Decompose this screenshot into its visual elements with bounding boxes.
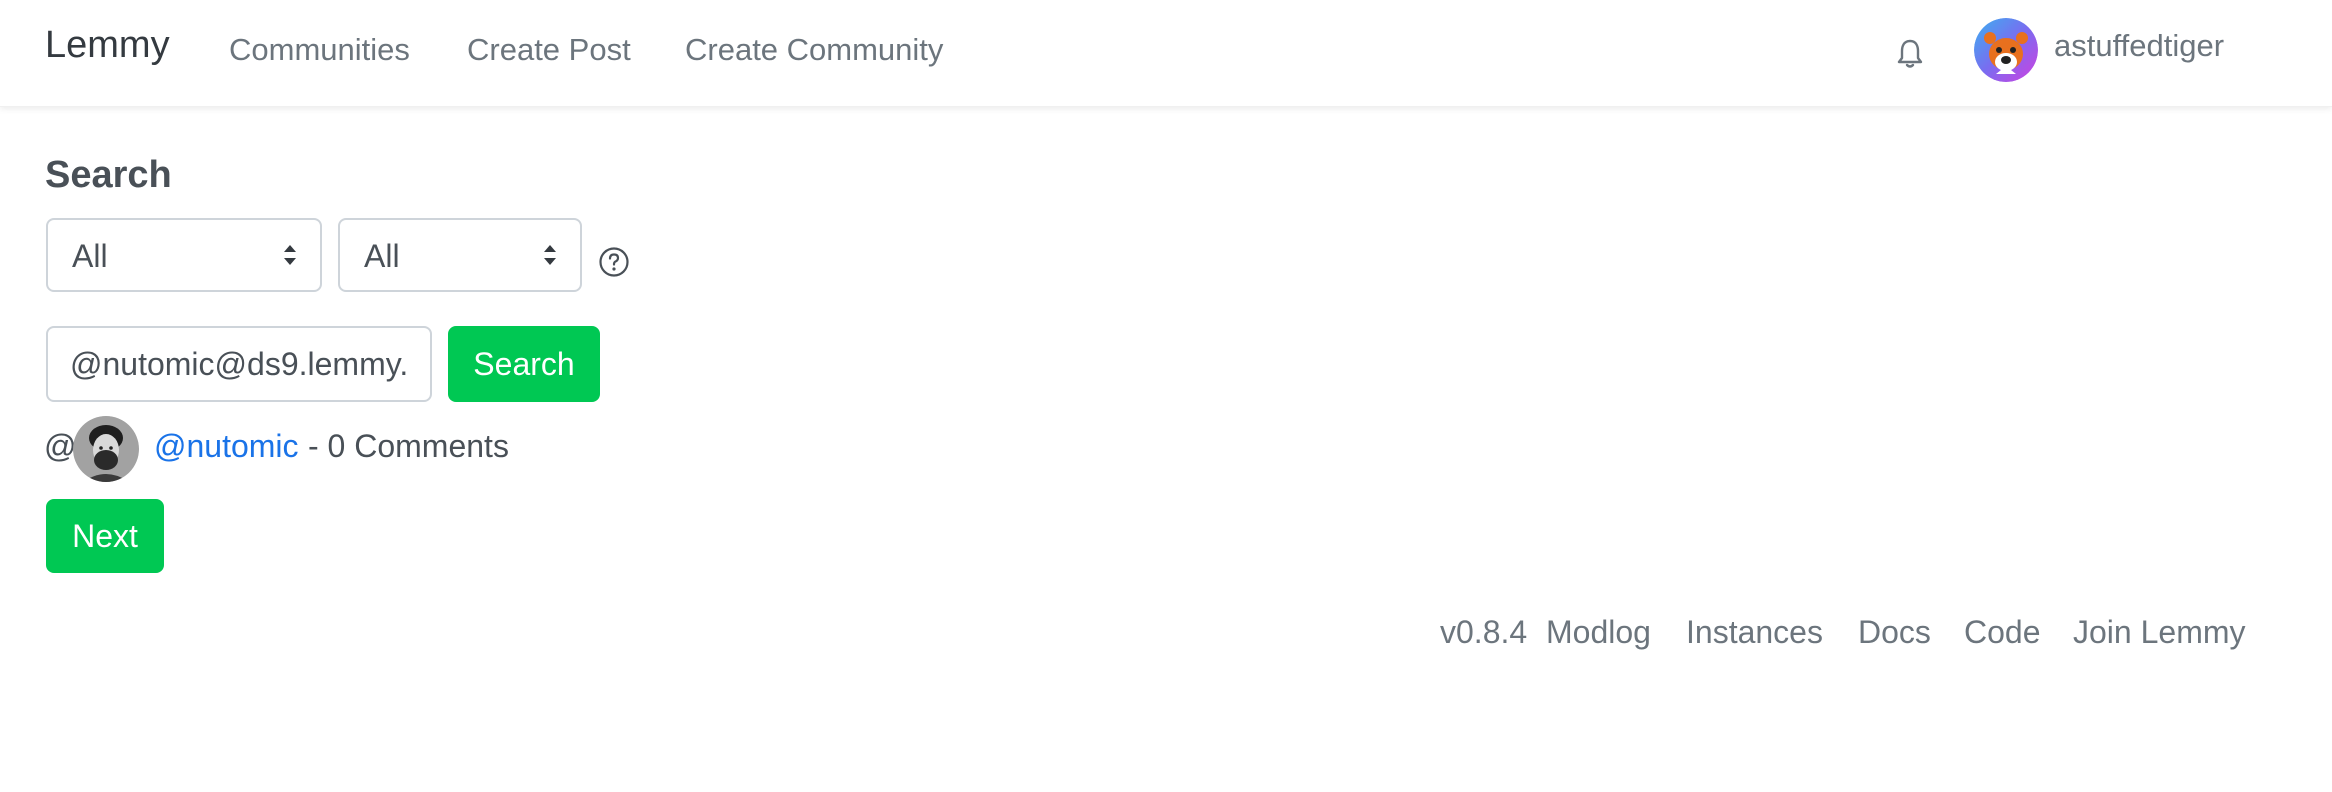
notifications-bell-icon[interactable] [1893, 36, 1927, 70]
search-input[interactable] [46, 326, 432, 402]
help-question-icon[interactable] [598, 246, 630, 278]
next-page-button[interactable]: Next [46, 499, 164, 573]
search-sort-select-value: All [364, 238, 400, 274]
user-avatar[interactable] [1974, 18, 2038, 82]
result-at-symbol: @ [44, 428, 77, 464]
brand-logo-link[interactable]: Lemmy [45, 24, 170, 67]
footer-link-modlog[interactable]: Modlog [1546, 614, 1651, 651]
search-sort-select[interactable]: All [338, 218, 582, 292]
result-user-link[interactable]: @nutomic [154, 428, 299, 465]
search-button[interactable]: Search [448, 326, 600, 402]
result-comment-count: - 0 Comments [308, 428, 509, 464]
select-arrows-icon [542, 240, 558, 270]
search-type-select[interactable]: All [46, 218, 322, 292]
top-navbar: Lemmy Communities Create Post Create Com… [0, 0, 2332, 107]
select-arrows-icon [282, 240, 298, 270]
footer-link-join-lemmy[interactable]: Join Lemmy [2073, 614, 2246, 651]
result-user-avatar[interactable] [73, 416, 139, 482]
footer-link-docs[interactable]: Docs [1858, 614, 1931, 651]
username-link[interactable]: astuffedtiger [2054, 28, 2224, 64]
page-title: Search [45, 154, 172, 196]
nav-link-create-post[interactable]: Create Post [467, 32, 631, 68]
footer-link-code[interactable]: Code [1964, 614, 2041, 651]
nav-link-create-community[interactable]: Create Community [685, 32, 943, 68]
footer-link-instances[interactable]: Instances [1686, 614, 1823, 651]
search-type-select-value: All [72, 238, 108, 274]
footer-version: v0.8.4 [1440, 614, 1528, 650]
nav-link-communities[interactable]: Communities [229, 32, 410, 68]
